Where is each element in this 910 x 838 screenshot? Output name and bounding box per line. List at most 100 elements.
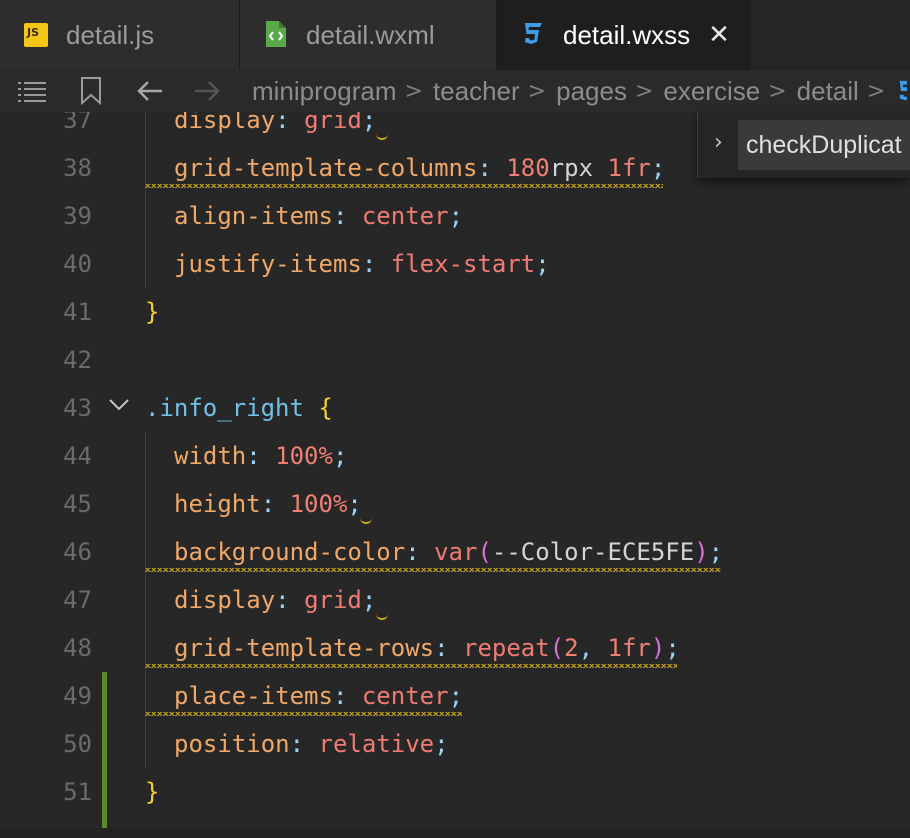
close-icon[interactable]: ✕ xyxy=(708,20,730,50)
js-file-icon: JS xyxy=(24,23,48,47)
code-token: ; xyxy=(434,730,449,758)
sticky-scroll-widget[interactable]: › checkDuplicat xyxy=(697,112,910,178)
code-token: display xyxy=(174,112,276,134)
code-text: width: 100%; xyxy=(174,432,347,480)
sticky-scroll-label[interactable]: checkDuplicat xyxy=(738,120,910,170)
tab-label: detail.wxss xyxy=(563,19,691,50)
code-token: var xyxy=(434,538,478,566)
warning-squiggle xyxy=(145,664,677,668)
code-line[interactable]: 39 align-items: center; xyxy=(0,192,910,240)
breadcrumb-item[interactable]: exercise xyxy=(663,76,760,107)
line-number: 51 xyxy=(63,778,92,806)
breadcrumb-separator: > xyxy=(527,78,547,104)
code-token: --Color-ECE5FE xyxy=(491,538,695,566)
code-token: background-color xyxy=(174,538,406,566)
line-number: 42 xyxy=(63,346,92,374)
git-added-indicator xyxy=(102,672,107,838)
code-token: : xyxy=(361,250,391,278)
code-token: ; xyxy=(347,490,362,518)
code-line[interactable]: 50 position: relative; xyxy=(0,720,910,768)
code-token: rpx xyxy=(549,154,608,182)
bookmark-icon[interactable] xyxy=(80,77,102,106)
code-token: : xyxy=(246,442,276,470)
indent-guide xyxy=(145,432,146,768)
code-token: : xyxy=(332,682,362,710)
line-number: 48 xyxy=(63,634,92,662)
breadcrumb-item[interactable]: pages xyxy=(556,76,627,107)
tab-detail-js[interactable]: JS detail.js xyxy=(0,0,239,70)
breadcrumb: miniprogram > teacher > pages > exercise… xyxy=(252,70,908,112)
code-text: } xyxy=(145,288,159,336)
forward-arrow-icon[interactable] xyxy=(193,79,221,103)
warning-squiggle xyxy=(145,712,462,716)
code-line[interactable]: 45 height: 100%; xyxy=(0,480,910,528)
code-token: } xyxy=(145,298,160,326)
breadcrumb-item[interactable]: detail xyxy=(797,76,859,107)
code-token: ( xyxy=(549,634,565,662)
code-line[interactable]: 51} xyxy=(0,768,910,816)
list-icon[interactable] xyxy=(18,79,46,103)
chevron-right-icon[interactable]: › xyxy=(714,130,723,155)
code-text: } xyxy=(145,768,159,816)
wxml-file-icon xyxy=(264,21,288,47)
code-token: align-items xyxy=(174,202,333,230)
tab-detail-wxml[interactable]: detail.wxml xyxy=(240,0,496,70)
code-token: : xyxy=(275,112,305,134)
code-text: height: 100%; xyxy=(174,480,362,528)
breadcrumb-separator: > xyxy=(404,78,423,104)
code-token: ; xyxy=(448,202,464,230)
warning-squiggle xyxy=(145,184,663,188)
tab-bar: JS detail.js detail.wxml detail.wxss ✕ xyxy=(0,0,910,70)
code-token: ; xyxy=(361,112,377,134)
code-line[interactable]: 44 width: 100%; xyxy=(0,432,910,480)
code-token: ; xyxy=(650,154,666,182)
line-number: 38 xyxy=(63,154,92,182)
css-file-icon xyxy=(895,79,908,103)
code-line[interactable]: 42 xyxy=(0,336,910,384)
code-token: } xyxy=(145,778,160,806)
code-token: center xyxy=(361,682,449,710)
indent-guide xyxy=(145,112,146,288)
code-text: .info_right { xyxy=(145,384,333,432)
tab-label: detail.wxml xyxy=(306,19,435,50)
code-token: : xyxy=(275,586,305,614)
line-number: 47 xyxy=(63,586,92,614)
code-text: display: grid; xyxy=(174,576,376,624)
breadcrumb-separator: > xyxy=(866,78,886,104)
breadcrumb-separator: > xyxy=(768,78,787,104)
code-text: justify-items: flex-start; xyxy=(174,240,550,288)
code-token: width xyxy=(174,442,247,470)
code-token: position xyxy=(174,730,290,758)
code-token: : xyxy=(434,634,463,662)
css-file-icon xyxy=(521,23,545,47)
code-token: : xyxy=(289,730,319,758)
code-token: ; xyxy=(361,586,377,614)
code-line[interactable]: 47 display: grid; xyxy=(0,576,910,624)
code-token: grid xyxy=(304,586,362,614)
breadcrumb-separator: > xyxy=(634,78,654,104)
code-editor[interactable]: 37 display: grid; 38 grid-template-columns:… xyxy=(0,112,910,838)
code-token: center xyxy=(361,202,449,230)
breadcrumb-item[interactable]: miniprogram xyxy=(252,76,397,107)
back-arrow-icon[interactable] xyxy=(136,79,164,103)
code-token: 100% xyxy=(289,490,348,518)
code-line[interactable]: 43 .info_right { xyxy=(0,384,910,432)
fold-chevron-down-icon[interactable] xyxy=(108,394,130,416)
code-token: place-items xyxy=(174,682,333,710)
code-token: display xyxy=(174,586,276,614)
tab-label: detail.js xyxy=(66,19,155,50)
tab-bar-empty-area xyxy=(751,0,910,70)
tab-detail-wxss[interactable]: detail.wxss ✕ xyxy=(497,0,751,70)
line-number: 40 xyxy=(63,250,92,278)
code-line[interactable]: 41} xyxy=(0,288,910,336)
line-number: 49 xyxy=(63,682,92,710)
line-number: 41 xyxy=(63,298,92,326)
warning-squiggle xyxy=(145,568,721,572)
code-line[interactable]: 40 justify-items: flex-start; xyxy=(0,240,910,288)
editor-bottom-edge xyxy=(0,828,910,838)
code-token: ; xyxy=(448,682,464,710)
code-token: flex-start xyxy=(390,250,536,278)
code-token: justify-items xyxy=(174,250,362,278)
breadcrumb-item[interactable]: teacher xyxy=(433,76,520,107)
code-token: grid-template-rows xyxy=(174,634,435,662)
